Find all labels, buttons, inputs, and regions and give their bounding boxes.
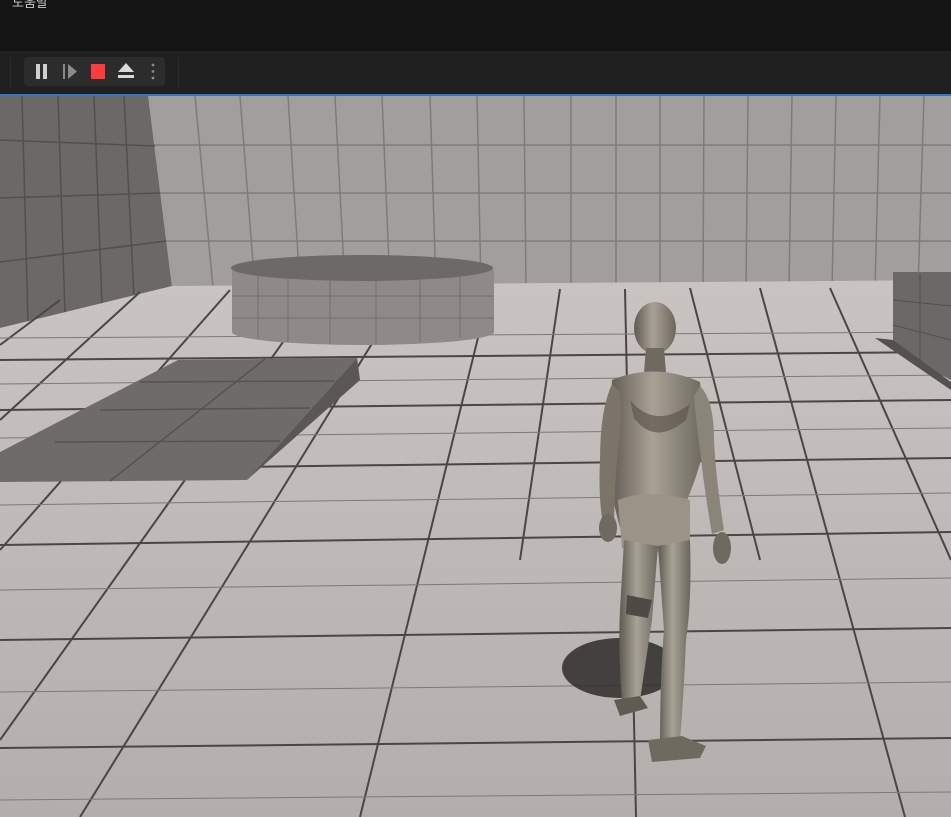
more-options-button[interactable] — [140, 57, 165, 86]
play-controls-group — [24, 57, 165, 86]
pause-icon — [36, 64, 47, 79]
menu-bar: 도움말 — [0, 0, 951, 51]
vertical-dots-icon — [151, 63, 155, 80]
toolbar-divider — [178, 57, 179, 88]
frame-skip-button[interactable] — [56, 57, 83, 86]
play-toolbar — [0, 51, 951, 94]
cylinder-top — [231, 255, 493, 281]
cylinder-bottom — [232, 319, 494, 345]
stop-icon — [91, 64, 105, 79]
toolbar-divider — [10, 57, 11, 88]
game-viewport[interactable] — [0, 96, 951, 817]
step-forward-icon — [63, 64, 77, 79]
pause-button[interactable] — [28, 57, 55, 86]
eject-icon — [118, 63, 134, 78]
menu-item-help[interactable]: 도움말 — [12, 0, 48, 13]
stop-button[interactable] — [84, 57, 111, 86]
floor — [0, 280, 951, 817]
level-scene — [0, 96, 951, 817]
eject-button[interactable] — [112, 57, 139, 86]
